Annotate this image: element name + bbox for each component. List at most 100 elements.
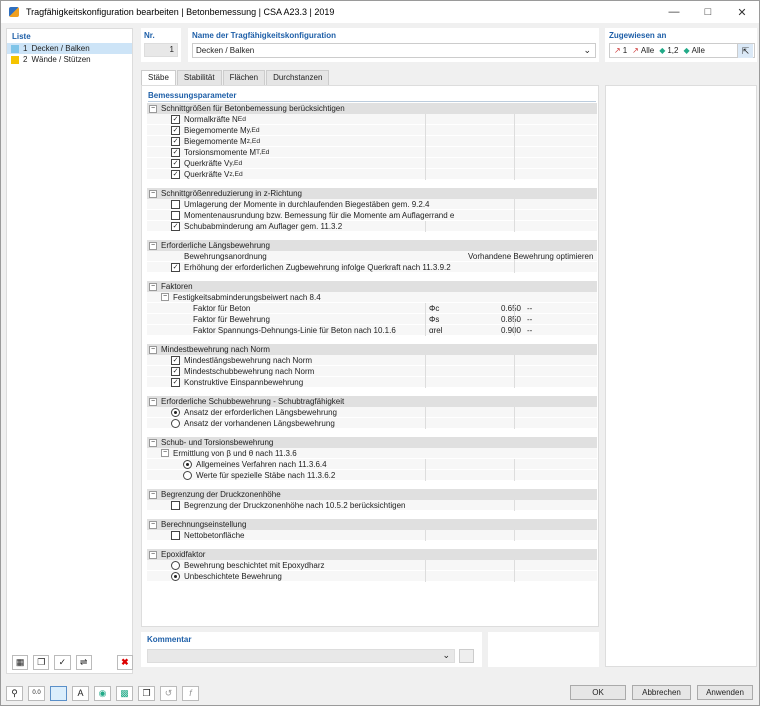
formula-icon[interactable]: f (182, 685, 199, 701)
collapse-toggle[interactable]: − (161, 293, 169, 301)
config-name-select[interactable]: Decken / Balken ⌄ (192, 43, 596, 58)
config-name-label: Name der Tragfähigkeitskonfiguration (192, 31, 337, 40)
symbol: Φc (429, 304, 440, 313)
checkbox-min-long[interactable]: ✓ (171, 355, 180, 365)
checkbox-shear-reduction[interactable]: ✓ (171, 221, 180, 231)
row-constructive: ✓ Konstruktive Einspannbewehrung (147, 377, 597, 388)
search-icon[interactable]: ⚲ (6, 685, 23, 701)
comment-library-icon[interactable] (459, 649, 474, 663)
row-uncoated: Unbeschichtete Bewehrung (147, 571, 597, 582)
collapse-toggle[interactable]: − (149, 438, 157, 447)
radio-uncoated[interactable] (171, 571, 180, 581)
row-label: Torsionsmomente M (184, 147, 257, 157)
checkbox-moment-redistribution[interactable] (171, 199, 180, 209)
row-subscript: y,Ed (246, 126, 260, 134)
tab-staebe[interactable]: Stäbe (141, 70, 176, 86)
color-icon[interactable] (50, 685, 67, 701)
collapse-toggle[interactable]: − (149, 520, 157, 529)
checkbox-torsion[interactable]: ✓ (171, 147, 180, 157)
row-label: Werte für spezielle Stäbe nach 11.3.6.2 (196, 470, 336, 480)
section-epoxy: − Epoxidfaktor Bewehrung beschichtet mit … (147, 549, 597, 582)
checkbox-tension-increase[interactable]: ✓ (171, 262, 180, 272)
list-item-num: 2 (23, 55, 28, 64)
units-icon[interactable]: 0.0 (28, 685, 45, 701)
collapse-toggle[interactable]: − (161, 449, 169, 457)
factor-stress-strain-value[interactable]: 0.900 (465, 325, 521, 336)
checkbox-compression-limit[interactable] (171, 500, 180, 510)
row-label: Umlagerung der Momente in durchlaufenden… (184, 199, 430, 209)
nr-value: 1 (144, 43, 178, 57)
cancel-button[interactable]: Abbrechen (632, 685, 691, 700)
row-factor-reinf: Faktor für Bewehrung Φs 0.850 -- (147, 314, 597, 325)
row-label: Ansatz der vorhandenen Längsbewehrung (184, 418, 335, 428)
collapse-toggle[interactable]: − (149, 397, 157, 406)
list-item-label: Wände / Stützen (31, 55, 91, 64)
cart-icon[interactable]: ▩ (116, 685, 133, 701)
radio-existing-long[interactable] (171, 418, 180, 428)
delete-icon[interactable]: ✖ (116, 654, 133, 670)
collapse-toggle[interactable]: − (149, 282, 157, 291)
row-label: Konstruktive Einspannbewehrung (184, 377, 304, 387)
checkbox-moment-y[interactable]: ✓ (171, 125, 180, 135)
factor-reinf-value[interactable]: 0.850 (465, 314, 521, 325)
comment-select[interactable]: ⌄ (147, 649, 455, 663)
checkbox-shear-z[interactable]: ✓ (171, 169, 180, 179)
tab-durchstanzen[interactable]: Durchstanzen (266, 70, 330, 85)
new-item-icon[interactable]: ▦ (12, 654, 29, 670)
checkbox-min-shear[interactable]: ✓ (171, 366, 180, 376)
maximize-button[interactable]: □ (691, 1, 725, 23)
row-subscript: z,Ed (246, 137, 261, 145)
comment-group: Kommentar ⌄ (141, 632, 482, 667)
tab-stabilitaet[interactable]: Stabilität (176, 70, 222, 85)
radio-special-members[interactable] (183, 470, 192, 480)
checkbox-constructive[interactable]: ✓ (171, 377, 180, 387)
select-in-model-icon[interactable]: ⇱ (737, 44, 753, 58)
collapse-toggle[interactable]: − (149, 189, 157, 198)
app-icon (8, 6, 20, 18)
chevron-down-icon: ⌄ (442, 650, 450, 660)
row-min-long: ✓ Mindestlängsbewehrung nach Norm (147, 355, 597, 366)
minimize-button[interactable]: — (657, 1, 691, 23)
checkbox-shear-y[interactable]: ✓ (171, 158, 180, 168)
section-internal-forces: − Schnittgrößen für Betonbemessung berück… (147, 103, 597, 180)
history-icon[interactable]: ↺ (160, 685, 177, 701)
checkbox-moment-z[interactable]: ✓ (171, 136, 180, 146)
radio-epoxy-coated[interactable] (171, 560, 180, 570)
collapse-toggle[interactable]: − (149, 104, 157, 113)
checkbox-net-concrete[interactable] (171, 530, 180, 540)
section-title: Epoxidfaktor (161, 550, 206, 559)
row-min-shear: ✓ Mindestschubbewehrung nach Norm (147, 366, 597, 377)
checkbox-moment-rounding[interactable] (171, 210, 180, 220)
config-list-panel: Liste 1 Decken / Balken 2 Wände / Stütze… (6, 28, 133, 674)
collapse-toggle[interactable]: − (149, 550, 157, 559)
copy-icon[interactable]: ❐ (138, 685, 155, 701)
radio-general-method[interactable] (183, 459, 192, 469)
row-shear-z: ✓ Querkräfte Vz,Ed (147, 169, 597, 180)
window-title: Tragfähigkeitskonfiguration bearbeiten |… (26, 7, 335, 17)
section-longitudinal-reinf: − Erforderliche Längsbewehrung Bewehrungs… (147, 240, 597, 273)
checkbox-normal-force[interactable]: ✓ (171, 114, 180, 124)
comment-label: Kommentar (147, 635, 192, 644)
view-icon[interactable]: ◉ (94, 685, 111, 701)
section-title: Mindestbewehrung nach Norm (161, 345, 270, 354)
radio-required-long[interactable] (171, 407, 180, 417)
collapse-toggle[interactable]: − (149, 345, 157, 354)
ok-button[interactable]: OK (570, 685, 626, 700)
check-all-icon[interactable]: ✓ (54, 654, 71, 670)
uncheck-icon[interactable]: ⇌ (75, 654, 92, 670)
list-item-waende-stuetzen[interactable]: 2 Wände / Stützen (7, 54, 132, 65)
comment-extra-panel (488, 632, 599, 667)
row-tension-increase: ✓ Erhöhung der erforderlichen Zugbewehrun… (147, 262, 597, 273)
copy-item-icon[interactable]: ❐ (33, 654, 50, 670)
list-item-decken-balken[interactable]: 1 Decken / Balken (7, 43, 132, 54)
symbol: Φs (429, 315, 440, 324)
reinf-arrangement-value[interactable]: Vorhandene Bewehrung optimieren (468, 251, 593, 262)
apply-button[interactable]: Anwenden (697, 685, 753, 700)
text-icon[interactable]: A (72, 685, 89, 701)
tab-flaechen[interactable]: Flächen (222, 70, 266, 85)
close-button[interactable]: ✕ (725, 1, 759, 23)
collapse-toggle[interactable]: − (149, 241, 157, 250)
collapse-toggle[interactable]: − (149, 490, 157, 499)
row-label: Festigkeitsabminderungsbeiwert nach 8.4 (173, 292, 321, 302)
factor-concrete-value[interactable]: 0.650 (465, 303, 521, 314)
